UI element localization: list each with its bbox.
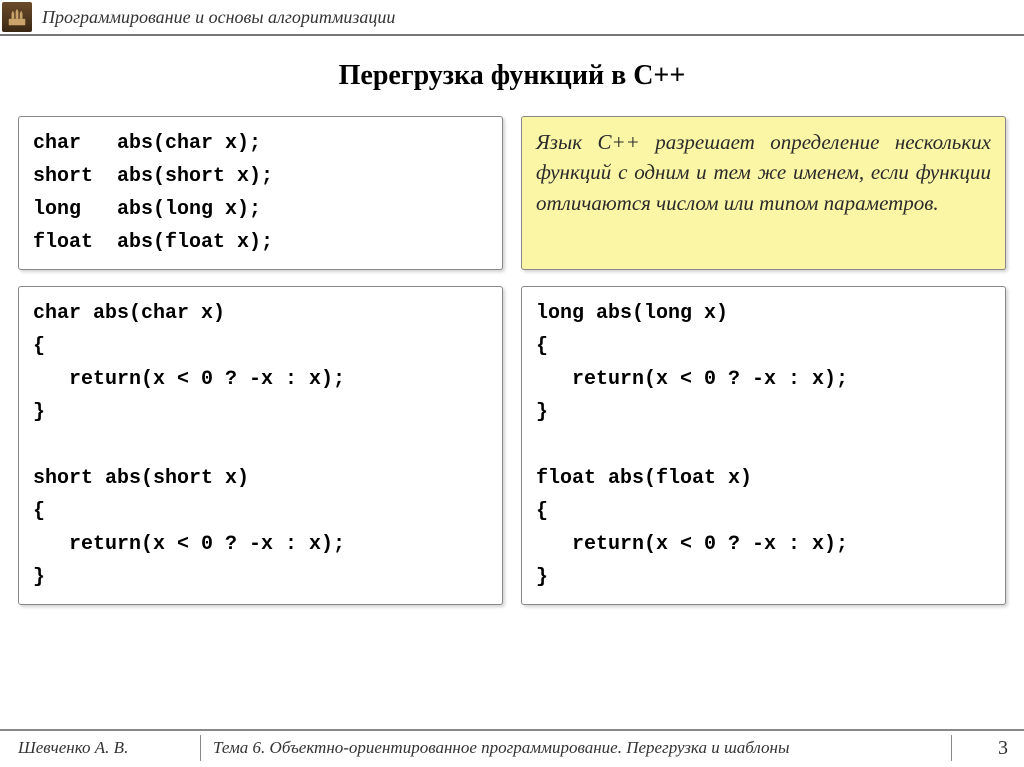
header-bar: Программирование и основы алгоритмизации bbox=[0, 0, 1024, 36]
logo-icon bbox=[2, 2, 32, 32]
footer-page-number: 3 bbox=[964, 737, 1014, 760]
code-definitions-right: long abs(long x) { return(x < 0 ? -x : x… bbox=[521, 286, 1006, 605]
row-bottom: char abs(char x) { return(x < 0 ? -x : x… bbox=[18, 286, 1006, 605]
row-top: char abs(char x); short abs(short x); lo… bbox=[18, 116, 1006, 270]
footer-separator bbox=[200, 735, 201, 761]
slide: Программирование и основы алгоритмизации… bbox=[0, 0, 1024, 767]
footer-topic: Тема 6. Объектно-ориентированное програм… bbox=[213, 738, 939, 758]
callout-text: Язык С++ разрешает определение нескольки… bbox=[521, 116, 1006, 270]
code-declarations: char abs(char x); short abs(short x); lo… bbox=[18, 116, 503, 270]
footer: Шевченко А. В. Тема 6. Объектно-ориентир… bbox=[0, 729, 1024, 761]
footer-separator bbox=[951, 735, 952, 761]
page-title: Перегрузка функций в С++ bbox=[0, 60, 1024, 92]
code-definitions-left: char abs(char x) { return(x < 0 ? -x : x… bbox=[18, 286, 503, 605]
content: char abs(char x); short abs(short x); lo… bbox=[0, 116, 1024, 605]
footer-author: Шевченко А. В. bbox=[18, 738, 188, 758]
course-title: Программирование и основы алгоритмизации bbox=[42, 7, 395, 28]
